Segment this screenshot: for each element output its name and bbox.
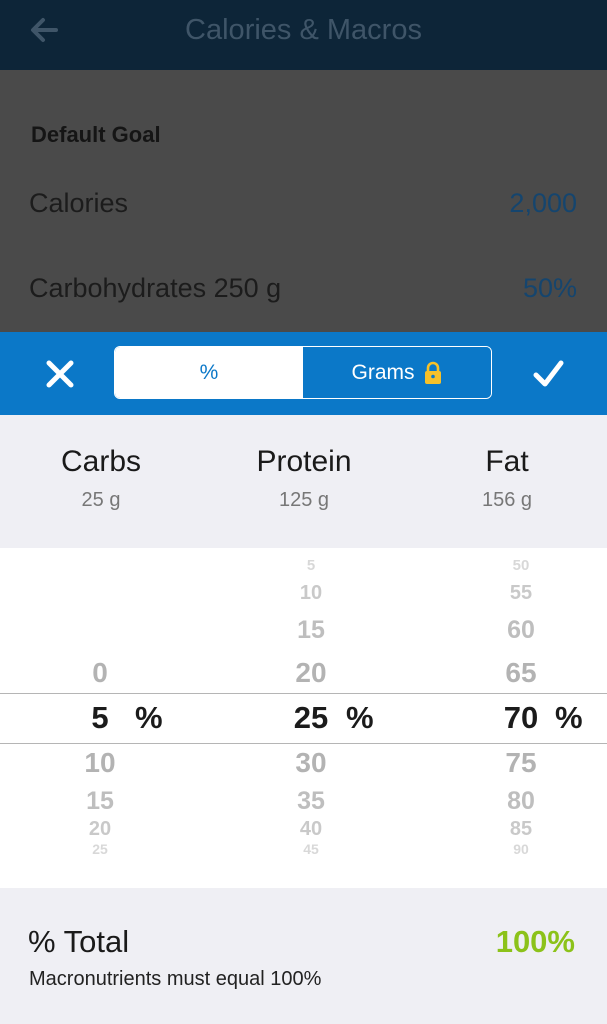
protein-option-35[interactable]: 35	[271, 787, 351, 816]
protein-option-5[interactable]: 5	[271, 557, 351, 574]
fat-label: Fat	[485, 445, 529, 478]
picker-selection-bottom-line	[0, 743, 607, 744]
protein-option-20[interactable]: 20	[271, 657, 351, 689]
total-label: % Total	[28, 924, 130, 959]
calories-label[interactable]: Calories	[29, 188, 128, 219]
calories-value[interactable]: 2,000	[509, 188, 577, 219]
fat-option-50[interactable]: 50	[481, 557, 561, 574]
protein-option-40[interactable]: 40	[271, 818, 351, 841]
protein-percent-unit: %	[346, 700, 374, 735]
protein-selected-value[interactable]: 25	[271, 700, 351, 736]
carbohydrates-value[interactable]: 50%	[523, 273, 577, 304]
carbs-grams: 25 g	[81, 489, 121, 511]
macro-summary: Carbs 25 g Protein 125 g Fat 156 g	[0, 415, 607, 548]
nav-bar: Calories & Macros	[0, 0, 607, 70]
protein-grams: 125 g	[278, 489, 330, 511]
fat-option-65[interactable]: 65	[481, 657, 561, 689]
fat-selected-value[interactable]: 70	[481, 700, 561, 736]
fat-option-75[interactable]: 75	[481, 747, 561, 779]
protein-option-15[interactable]: 15	[271, 616, 351, 645]
picker-toolbar: % Grams	[0, 332, 607, 415]
section-title: Default Goal	[31, 122, 161, 147]
carbohydrates-row[interactable]: Carbohydrates 250 g	[29, 273, 281, 304]
fat-option-85[interactable]: 85	[481, 818, 561, 841]
lock-icon	[424, 361, 441, 384]
protein-column: Protein 125 g	[204, 445, 404, 512]
checkmark-icon[interactable]	[527, 354, 569, 394]
carbs-column: Carbs 25 g	[1, 445, 201, 512]
picker-selection-top-line	[0, 693, 607, 694]
protein-label: Protein	[256, 445, 352, 478]
carbs-label: Carbs	[60, 445, 142, 478]
fat-column: Fat 156 g	[407, 445, 607, 512]
fat-option-80[interactable]: 80	[481, 787, 561, 816]
carbs-option-15[interactable]: 15	[60, 787, 140, 816]
unit-segmented-control: % Grams	[114, 346, 492, 399]
carbohydrates-grams: 250 g	[213, 273, 282, 303]
page-title: Calories & Macros	[185, 14, 422, 46]
fat-option-90[interactable]: 90	[481, 841, 561, 857]
carbohydrates-label: Carbohydrates	[29, 273, 207, 303]
carbs-option-0[interactable]: 0	[60, 657, 140, 689]
carbs-option-25[interactable]: 25	[60, 841, 140, 857]
total-section: % Total 100% Macronutrients must equal 1…	[0, 888, 607, 1024]
protein-option-10[interactable]: 10	[271, 582, 351, 605]
fat-percent-unit: %	[555, 700, 583, 735]
fat-option-60[interactable]: 60	[481, 616, 561, 645]
settings-list: Default Goal Calories 2,000 Carbohydrate…	[0, 70, 607, 332]
carbs-option-10[interactable]: 10	[60, 747, 140, 779]
protein-option-45[interactable]: 45	[271, 841, 351, 857]
grams-segment[interactable]: Grams	[303, 347, 491, 398]
fat-option-55[interactable]: 55	[481, 582, 561, 605]
percent-segment[interactable]: %	[115, 347, 303, 398]
carbs-selected-value[interactable]: 5	[60, 700, 140, 736]
percent-picker[interactable]: 0 5 10 15 20 25% 20 15 10 5 25 30 35 40 45% 65 60 55 50 70 7…	[0, 548, 607, 888]
protein-option-30[interactable]: 30	[271, 747, 351, 779]
close-x-icon[interactable]	[40, 354, 80, 394]
carbs-percent-unit: %	[135, 700, 163, 735]
total-value: 100%	[495, 924, 575, 959]
fat-grams: 156 g	[481, 489, 533, 511]
total-note: Macronutrients must equal 100%	[29, 968, 322, 990]
carbs-option-20[interactable]: 20	[60, 818, 140, 841]
